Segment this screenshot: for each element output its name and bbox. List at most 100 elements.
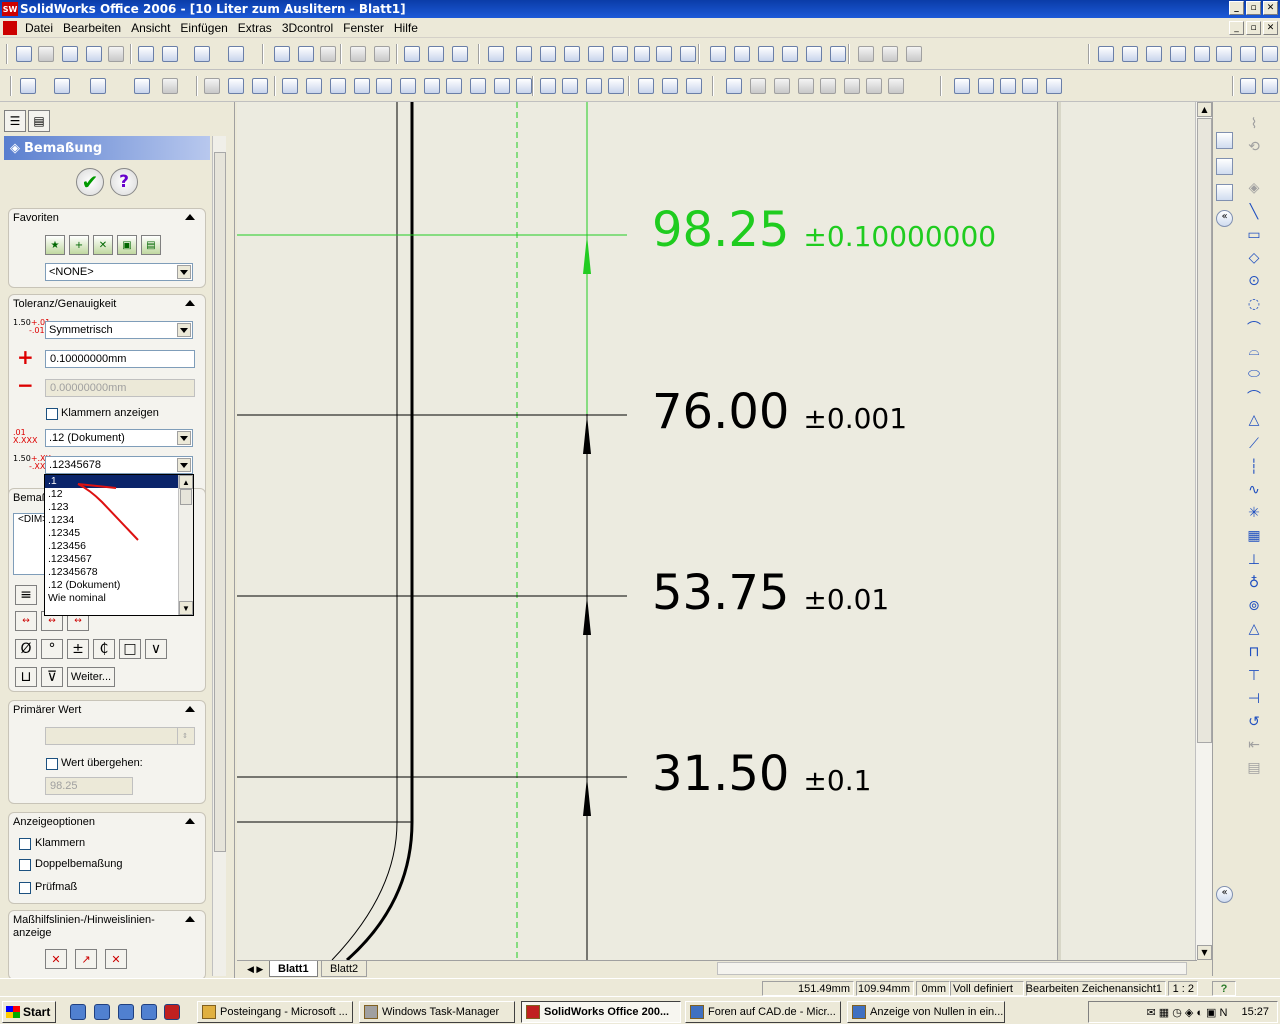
menu-ansicht[interactable]: Ansicht <box>126 21 175 35</box>
property-manager-tab-icon[interactable]: ▤ <box>28 110 50 132</box>
toolbar-button-icon[interactable] <box>750 78 766 94</box>
toolbar-button-icon[interactable] <box>274 46 290 62</box>
toolbar-button-icon[interactable] <box>540 78 556 94</box>
doc-close-button[interactable]: ✕ <box>1263 21 1278 35</box>
quicklaunch-ie-icon[interactable] <box>94 1004 110 1020</box>
pm-scrollbar[interactable] <box>212 136 226 976</box>
klammern-anzeigen-checkbox[interactable] <box>46 408 58 420</box>
countersink-symbol-button[interactable]: ∨ <box>145 639 167 659</box>
diameter-symbol-button[interactable]: Ø <box>15 639 37 659</box>
toolbar-button-icon[interactable] <box>820 78 836 94</box>
sketch-tool-icon[interactable]: ◈ <box>1246 180 1262 196</box>
minus-tolerance-input[interactable]: 0.00000000mm <box>45 379 195 397</box>
toolbar-button-icon[interactable] <box>978 78 994 94</box>
toolbar-button-icon[interactable] <box>634 46 650 62</box>
sketch-tool-icon[interactable]: ▦ <box>1246 528 1262 544</box>
delete-favorite-icon[interactable]: ✕ <box>93 235 113 255</box>
favorite-select[interactable]: <NONE> <box>45 263 193 281</box>
chevron-down-icon[interactable] <box>177 458 191 472</box>
collapse-icon[interactable] <box>185 818 195 824</box>
toolbar-button-icon[interactable] <box>228 46 244 62</box>
sketch-tool-icon[interactable]: ⊚ <box>1246 598 1262 614</box>
primary-precision-select[interactable]: .12 (Dokument) <box>45 429 193 447</box>
override-value-input[interactable]: 98.25 <box>45 777 133 795</box>
toolbar-button-icon[interactable] <box>686 78 702 94</box>
toolbar-button-icon[interactable] <box>108 46 124 62</box>
toolbar-button-icon[interactable] <box>638 78 654 94</box>
help-button[interactable]: ? <box>110 168 138 196</box>
home-icon[interactable] <box>1216 132 1233 149</box>
toolbar-button-icon[interactable] <box>306 78 322 94</box>
library-icon[interactable] <box>1216 158 1233 175</box>
toolbar-button-icon[interactable] <box>86 46 102 62</box>
sketch-tool-icon[interactable]: △ <box>1246 621 1262 637</box>
restore-button[interactable]: ▫ <box>1246 1 1261 15</box>
weiter-button[interactable]: Weiter... <box>67 667 115 687</box>
sketch-tool-icon[interactable]: △ <box>1246 412 1262 428</box>
align-left-icon[interactable]: ≡ <box>15 585 37 605</box>
toolbar-button-icon[interactable] <box>1240 78 1256 94</box>
scroll-thumb[interactable] <box>1197 118 1212 743</box>
toolbar-button-icon[interactable] <box>194 46 210 62</box>
sketch-tool-icon[interactable]: ◌ <box>1246 296 1262 312</box>
collapse-icon[interactable] <box>185 706 195 712</box>
toolbar-button-icon[interactable] <box>516 46 532 62</box>
scroll-up-icon[interactable]: ▲ <box>179 475 193 489</box>
scroll-up-icon[interactable]: ▲ <box>1197 102 1212 117</box>
sketch-tool-icon[interactable]: ∿ <box>1246 482 1262 498</box>
toolbar-button-icon[interactable] <box>90 78 106 94</box>
sketch-tool-icon[interactable]: ┆ <box>1246 459 1262 475</box>
toolbar-button-icon[interactable] <box>1122 46 1138 62</box>
toolbar-button-icon[interactable] <box>830 46 846 62</box>
tab-blatt1[interactable]: Blatt1 <box>269 961 318 977</box>
sketch-tool-icon[interactable]: ⊙ <box>1246 273 1262 289</box>
toolbar-button-icon[interactable] <box>680 46 696 62</box>
tolerance-precision-select[interactable]: .12345678 <box>45 456 193 474</box>
toolbar-button-icon[interactable] <box>806 46 822 62</box>
sketch-tool-icon[interactable]: ⊤ <box>1246 668 1262 684</box>
toolbar-button-icon[interactable] <box>470 78 486 94</box>
toolbar-button-icon[interactable] <box>1022 78 1038 94</box>
quicklaunch-solidworks-icon[interactable] <box>164 1004 180 1020</box>
dropdown-scrollbar[interactable]: ▲ ▼ <box>178 475 193 615</box>
menu-hilfe[interactable]: Hilfe <box>389 21 423 35</box>
dimension-76-00[interactable]: 76.00 ±0.001 <box>652 384 907 440</box>
menu-einfuegen[interactable]: Einfügen <box>175 21 232 35</box>
feature-manager-tab-icon[interactable]: ☰ <box>4 110 26 132</box>
doc-minimize-button[interactable]: _ <box>1229 21 1244 35</box>
toolbar-button-icon[interactable] <box>726 78 742 94</box>
dimension-31-50[interactable]: 31.50 ±0.1 <box>652 746 871 802</box>
toolbar-button-icon[interactable] <box>428 46 444 62</box>
sketch-tool-icon[interactable]: ⊓ <box>1246 644 1262 660</box>
save-favorite-icon[interactable]: ▣ <box>117 235 137 255</box>
chevron-down-icon[interactable] <box>177 431 191 445</box>
toolbar-button-icon[interactable] <box>1098 46 1114 62</box>
sketch-tool-icon[interactable]: ⊥ <box>1246 552 1262 568</box>
toolbar-button-icon[interactable] <box>882 46 898 62</box>
toolbar-button-icon[interactable] <box>1262 46 1278 62</box>
load-favorite-icon[interactable]: ▤ <box>141 235 161 255</box>
toolbar-button-icon[interactable] <box>1216 46 1232 62</box>
toolbar-button-icon[interactable] <box>734 46 750 62</box>
break-line-icon[interactable]: ✕ <box>105 949 127 969</box>
tab-blatt2[interactable]: Blatt2 <box>321 961 368 977</box>
arrow-style-icon[interactable]: ↔ <box>15 611 37 631</box>
sketch-tool-icon[interactable]: ⇤ <box>1246 737 1262 753</box>
toolbar-button-icon[interactable] <box>758 46 774 62</box>
toolbar-button-icon[interactable] <box>608 78 624 94</box>
toolbar-button-icon[interactable] <box>1194 46 1210 62</box>
precision-option[interactable]: .1234567 <box>45 553 178 566</box>
toolbar-button-icon[interactable] <box>62 46 78 62</box>
toolbar-button-icon[interactable] <box>888 78 904 94</box>
precision-option[interactable]: .12 (Dokument) <box>45 579 178 592</box>
close-button[interactable]: ✕ <box>1263 1 1278 15</box>
toolbar-button-icon[interactable] <box>374 46 390 62</box>
start-button[interactable]: Start <box>2 1001 56 1023</box>
primary-value-input[interactable] <box>45 727 179 745</box>
sketch-tool-icon[interactable]: ⌒ <box>1246 320 1262 337</box>
toolbar-button-icon[interactable] <box>134 78 150 94</box>
toolbar-button-icon[interactable] <box>376 78 392 94</box>
leader-line-icon[interactable]: ↗ <box>75 949 97 969</box>
doc-restore-button[interactable]: ▫ <box>1246 21 1261 35</box>
drawing-canvas[interactable]: 98.25 ±0.10000000 76.00 ±0.001 53.75 ±0.01 … <box>237 102 1197 960</box>
